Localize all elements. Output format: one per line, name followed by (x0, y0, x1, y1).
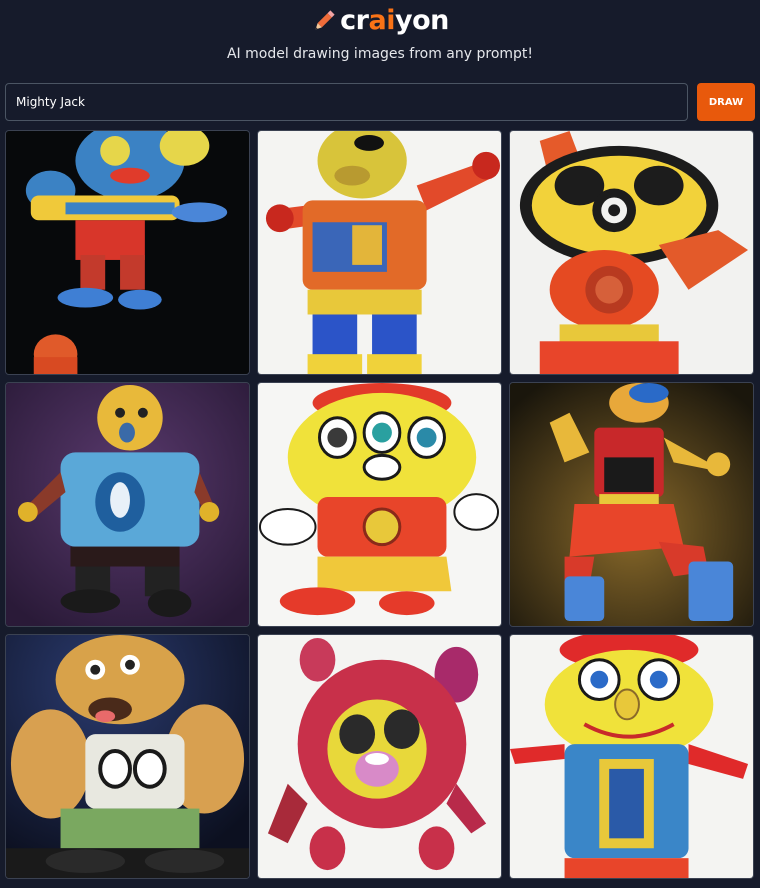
draw-button[interactable]: DRAW (697, 83, 755, 121)
result-image-4[interactable] (5, 382, 250, 627)
tagline: AI model drawing images from any prompt! (226, 46, 534, 62)
result-image-6[interactable] (509, 382, 754, 627)
prompt-input[interactable] (5, 83, 688, 121)
app-header: craiyon AI model drawing images from any… (0, 0, 760, 80)
result-image-1[interactable] (5, 130, 250, 375)
result-image-2[interactable] (257, 130, 502, 375)
logo-text: craiyon (340, 5, 449, 36)
prompt-bar: DRAW (5, 83, 755, 121)
result-image-3[interactable] (509, 130, 754, 375)
pencil-icon (311, 8, 337, 34)
result-image-5[interactable] (257, 382, 502, 627)
result-image-9[interactable] (509, 634, 754, 879)
result-image-7[interactable] (5, 634, 250, 879)
logo[interactable]: craiyon (0, 5, 760, 36)
result-image-8[interactable] (257, 634, 502, 879)
results-grid (5, 130, 755, 880)
